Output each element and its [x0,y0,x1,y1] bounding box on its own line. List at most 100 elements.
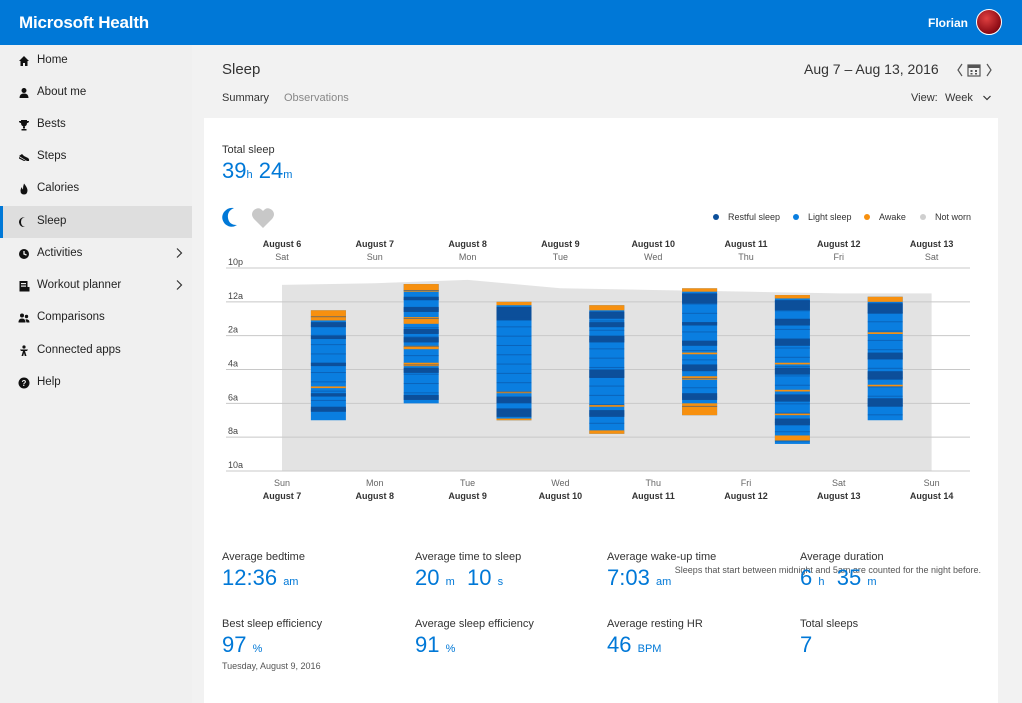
sleep-bar-7 [867,296,903,421]
legend-label: Not worn [935,212,971,222]
awake-segment [682,376,718,380]
restful-sleep-segment [774,367,810,375]
sleep-stripe [310,399,346,401]
awake-segment [774,362,810,365]
main-content: Sleep Aug 7 – Aug 13, 2016 Summary Obser… [192,45,1022,703]
sleep-stripe [682,312,718,314]
sleep-stripe [310,344,346,346]
sidebar-item-home[interactable]: Home [0,45,192,77]
heart-icon[interactable] [252,208,274,228]
stat-value: 46 [607,632,632,657]
sleep-stripe [403,364,439,366]
awake-segment [589,430,625,434]
restful-sleep-segment [774,394,810,402]
restful-sleep-segment [589,311,625,319]
person-icon [19,88,29,98]
sidebar-item-label: Home [37,54,68,66]
light-sleep-segment [403,284,439,404]
stat-value: 35 [836,565,862,590]
chevron-down-icon[interactable] [982,93,992,103]
sidebar-item-label: Sleep [37,215,67,227]
awake-segment [774,413,810,416]
sleep-chart: Restful sleep Light sleep Awake Not worn 10… [222,207,971,501]
sleep-stripe [774,384,810,386]
sleep-bar-5 [682,288,718,416]
sleep-stripe [867,321,903,323]
bottom-day-label: Sat [832,478,846,488]
stat-label: Total sleeps [800,618,859,630]
sleep-stripe [682,350,718,352]
stat-average-sleep-efficiency: 91 % [415,632,455,658]
avatar[interactable] [976,9,1002,35]
moon-icon [19,217,25,228]
sleep-bar-4 [589,305,625,434]
sleep-bar-2 [403,284,439,404]
bottom-day-label: Fri [741,478,752,488]
sleep-stripe [589,329,625,331]
sidebar-item-comparisons[interactable]: Comparisons [0,302,192,334]
sleep-stripe [496,382,532,384]
sidebar-item-bests[interactable]: Bests [0,109,192,141]
awake-segment [867,384,903,387]
legend-swatch [713,214,719,220]
date-navigation [957,63,992,77]
y-tick-label: 2a [228,325,238,335]
sleep-stripe [774,300,810,302]
top-date-labels: August 6 Sat August 7 Sun August 8 Mon August … [263,239,954,262]
chevron-right-icon[interactable] [986,63,992,77]
sidebar-item-calories[interactable]: Calories [0,173,192,205]
best-efficiency-date: Tuesday, August 9, 2016 [222,661,321,671]
legend-swatch [793,214,799,220]
sidebar-item-label: Workout planner [37,279,122,291]
sidebar-item-sleep[interactable]: Sleep [0,206,192,238]
sleep-stripe [496,354,532,356]
y-tick-label: 4a [228,359,238,369]
sleep-stripe [867,339,903,341]
sleep-stripe [774,310,810,312]
chevron-left-icon[interactable] [957,63,963,77]
restful-sleep-segment [403,394,439,400]
top-day-label: Thu [738,252,754,262]
awake-segment [403,362,439,367]
stat-label: Average wake-up time [607,551,717,563]
sleep-stripe [589,311,625,313]
sleep-stripe [403,299,439,301]
sleep-stripe [682,340,718,342]
top-date-label: August 8 [448,239,487,249]
sleep-stripe [403,392,439,394]
stat-unit: am [655,576,672,588]
flame-icon [20,183,28,195]
workout-icon [19,281,30,292]
sidebar-item-about-me[interactable]: About me [0,77,192,109]
user-name[interactable]: Florian [928,16,968,30]
sidebar-item-workout-planner[interactable]: Workout planner [0,270,192,302]
awake-segment [310,310,346,321]
sidebar-item-steps[interactable]: Steps [0,141,192,173]
sidebar-item-label: Comparisons [37,311,105,323]
sidebar-item-activities[interactable]: Activities [0,238,192,270]
sleep-stripe [496,344,532,346]
app-title[interactable]: Microsoft Health [19,13,149,33]
stat-average-time-to-sleep: 20 m 10 s [415,565,503,591]
comparisons-icon [18,313,30,323]
top-date-label: August 9 [541,239,580,249]
awake-segment [774,435,810,441]
stat-unit: m [445,576,455,588]
sidebar-item-help[interactable]: ? Help [0,367,192,399]
tab-summary[interactable]: Summary [222,92,269,104]
restful-sleep-segment [496,396,532,404]
top-day-label: Fri [834,252,845,262]
sleep-stripe [310,325,346,327]
trophy-icon [19,120,29,131]
calendar-icon[interactable] [967,64,981,77]
sleep-stripe [682,396,718,398]
stat-value: 7:03 [607,565,650,590]
stat-value: 12:36 [222,565,278,590]
legend-label: Restful sleep [728,212,780,222]
sidebar-item-connected-apps[interactable]: Connected apps [0,335,192,367]
sleep-stripe [589,366,625,368]
sleep-stripe [682,377,718,379]
moon-icon[interactable] [222,207,237,227]
tab-observations[interactable]: Observations [284,92,349,104]
stat-unit: % [445,643,456,655]
